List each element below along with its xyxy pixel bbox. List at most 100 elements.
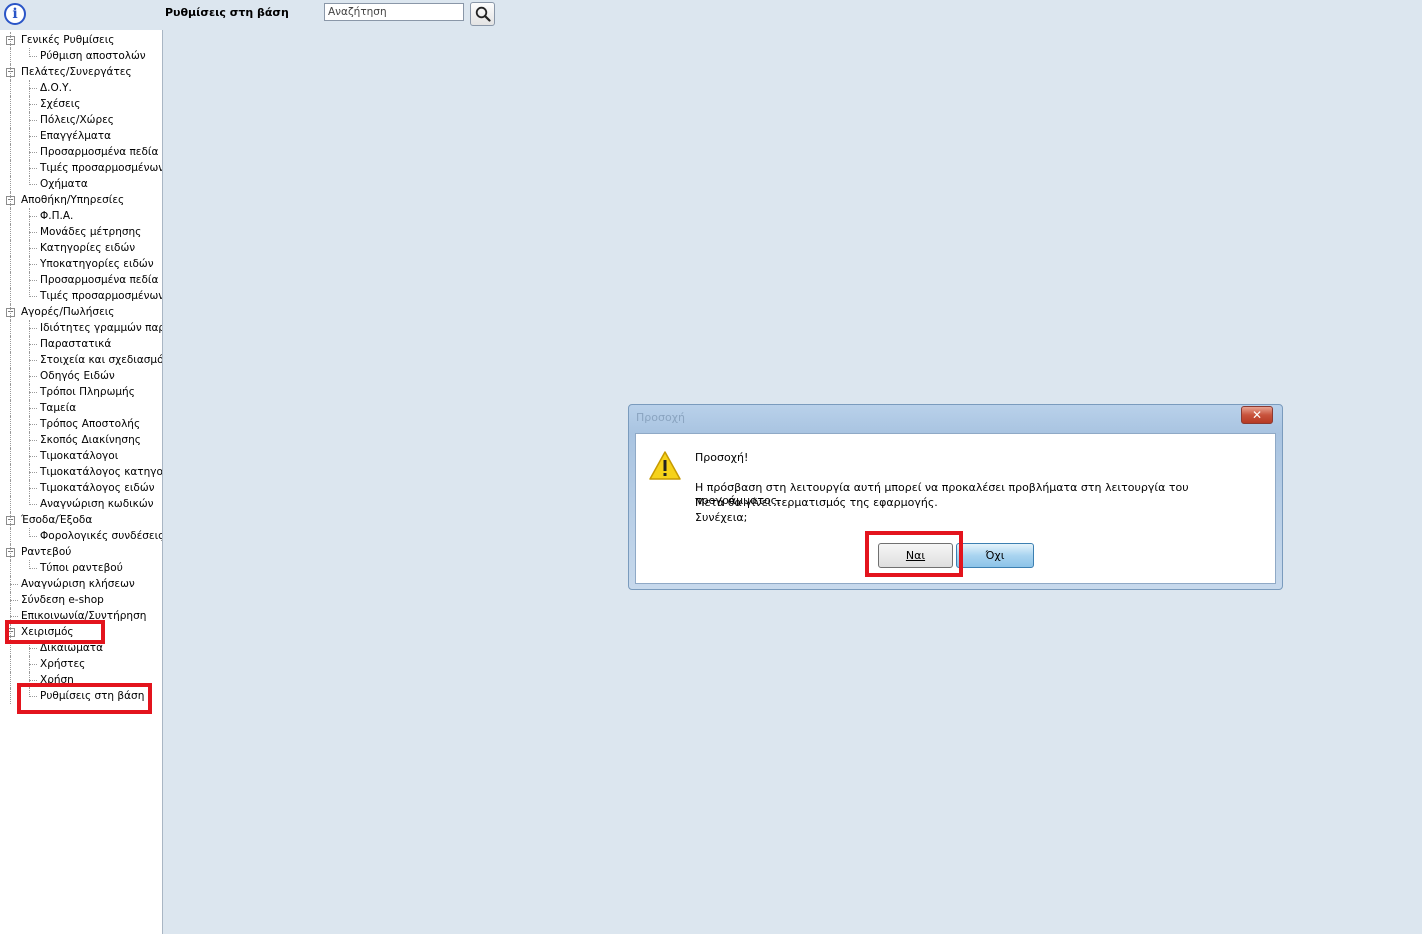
tree-node-item[interactable]: Προσαρμοσμένα πεδία	[40, 272, 158, 288]
tree-node-item[interactable]: Αναγνώριση κωδικών	[40, 496, 154, 512]
tree-node-item[interactable]: Τιμοκατάλογοι	[40, 448, 118, 464]
tree-node-item[interactable]: Επαγγέλματα	[40, 128, 111, 144]
search-button[interactable]	[470, 2, 495, 26]
tree-node-item[interactable]: Τιμοκατάλογος κατηγοριών	[40, 464, 162, 480]
tree-connector	[10, 672, 11, 688]
tree-connector	[10, 400, 11, 416]
tree-connector	[10, 176, 11, 192]
tree-connector	[10, 576, 11, 592]
tree-node-item[interactable]: Σχέσεις	[40, 96, 80, 112]
tree-connector	[10, 584, 18, 585]
tree-connector	[29, 184, 37, 185]
tree-connector	[29, 240, 30, 256]
tree-node-item[interactable]: Φ.Π.Α.	[40, 208, 73, 224]
tree-node-item[interactable]: Πόλεις/Χώρες	[40, 112, 114, 128]
tree-node-category[interactable]: Γενικές Ρυθμίσεις	[21, 32, 114, 48]
tree-node-item[interactable]: Δ.Ο.Υ.	[40, 80, 72, 96]
tree-connector	[29, 392, 37, 393]
tree-connector	[10, 384, 11, 400]
tree-connector	[10, 48, 11, 64]
tree-connector	[10, 304, 11, 320]
tree-node-item[interactable]: Παραστατικά	[40, 336, 111, 352]
tree-connector	[29, 560, 30, 569]
tree-connector	[10, 416, 11, 432]
tree-connector	[29, 448, 30, 464]
tree-node-category[interactable]: Αγορές/Πωλήσεις	[21, 304, 114, 320]
tree-node-item[interactable]: Σκοπός Διακίνησης	[40, 432, 141, 448]
tree-connector	[29, 464, 30, 480]
tree-node-item[interactable]: Τιμοκατάλογος ειδών	[40, 480, 155, 496]
tree-connector	[10, 432, 11, 448]
tree-connector	[10, 208, 11, 224]
tree-connector	[10, 256, 11, 272]
info-icon[interactable]: i	[4, 3, 26, 25]
tree-connector	[29, 568, 37, 569]
tree-connector	[29, 432, 30, 448]
tree-connector	[10, 448, 11, 464]
tree-node-item[interactable]: Οχήματα	[40, 176, 88, 192]
tree-connector	[29, 256, 30, 272]
tree-node-item[interactable]: Τρόπος Αποστολής	[40, 416, 140, 432]
tree-connector	[10, 592, 11, 608]
tree-node-item[interactable]: Οδηγός Ειδών	[40, 368, 115, 384]
tree-node-category[interactable]: Έσοδα/Έξοδα	[21, 512, 92, 528]
tree-connector	[10, 272, 11, 288]
tree-connector	[29, 360, 37, 361]
tree-connector	[29, 656, 30, 672]
tree-connector	[29, 280, 37, 281]
tree-node-item[interactable]: Υποκατηγορίες ειδών	[40, 256, 154, 272]
tree-connector	[10, 688, 11, 704]
tree-connector	[10, 336, 11, 352]
tree-connector	[29, 456, 37, 457]
tree-connector	[10, 160, 11, 176]
tree-connector	[29, 56, 37, 57]
search-input[interactable]	[324, 3, 464, 21]
tree-node-item[interactable]: Ρύθμιση αποστολών	[40, 48, 146, 64]
tree-connector	[10, 320, 11, 336]
tree-connector	[29, 112, 30, 128]
highlight-yes-button	[865, 531, 963, 577]
tree-connector	[29, 248, 37, 249]
tree-node-category[interactable]: Πελάτες/Συνεργάτες	[21, 64, 132, 80]
tree-connector	[10, 512, 11, 528]
tree-connector	[10, 80, 11, 96]
tree-node-item[interactable]: Ταμεία	[40, 400, 76, 416]
tree-node-item[interactable]: Χρήστες	[40, 656, 85, 672]
no-button[interactable]: Όχι	[956, 543, 1034, 568]
tree-node-item[interactable]: Μονάδες μέτρησης	[40, 224, 141, 240]
tree-node-item[interactable]: Τρόποι Πληρωμής	[40, 384, 135, 400]
tree-connector	[29, 128, 30, 144]
dialog-close-button[interactable]: ✕	[1241, 406, 1273, 424]
tree-node-item[interactable]: Φορολογικές συνδέσεις	[40, 528, 162, 544]
tree-node-item[interactable]: Ιδιότητες γραμμών παραστατικών	[40, 320, 162, 336]
tree-node-category[interactable]: Αποθήκη/Υπηρεσίες	[21, 192, 124, 208]
tree-connector	[29, 344, 37, 345]
tree-node-item[interactable]: Τύποι ραντεβού	[40, 560, 123, 576]
tree-node-category[interactable]: Ραντεβού	[21, 544, 71, 560]
tree-node-item[interactable]: Προσαρμοσμένα πεδία	[40, 144, 158, 160]
tree-connector	[29, 680, 37, 681]
tree-connector	[29, 48, 30, 57]
tree-connector	[29, 400, 30, 416]
tree-node-item[interactable]: Τιμές προσαρμοσμένων πεδίων	[40, 160, 162, 176]
tree-node-item[interactable]: Στοιχεία και σχεδιασμός παραστατικών	[40, 352, 162, 368]
tree-node-item[interactable]: Τιμές προσαρμοσμένων πεδίων	[40, 288, 162, 304]
tree-connector	[29, 80, 30, 96]
tree-connector	[10, 144, 11, 160]
tree-node-category[interactable]: Αναγνώριση κλήσεων	[21, 576, 135, 592]
tree-connector	[29, 376, 37, 377]
tree-node-category[interactable]: Σύνδεση e-shop	[21, 592, 104, 608]
tree-connector	[29, 272, 30, 288]
tree-connector	[29, 384, 30, 400]
tree-node-item[interactable]: Κατηγορίες ειδών	[40, 240, 135, 256]
tree-connector	[10, 192, 11, 208]
tree-connector	[10, 616, 18, 617]
tree-connector	[10, 496, 11, 512]
tree-connector	[29, 160, 30, 176]
tree-connector	[29, 120, 37, 121]
tree-connector	[29, 328, 37, 329]
dialog-message-line: Συνέχεια;	[695, 511, 748, 524]
tree-connector	[29, 96, 30, 112]
tree-connector	[29, 368, 30, 384]
tree-connector	[10, 480, 11, 496]
